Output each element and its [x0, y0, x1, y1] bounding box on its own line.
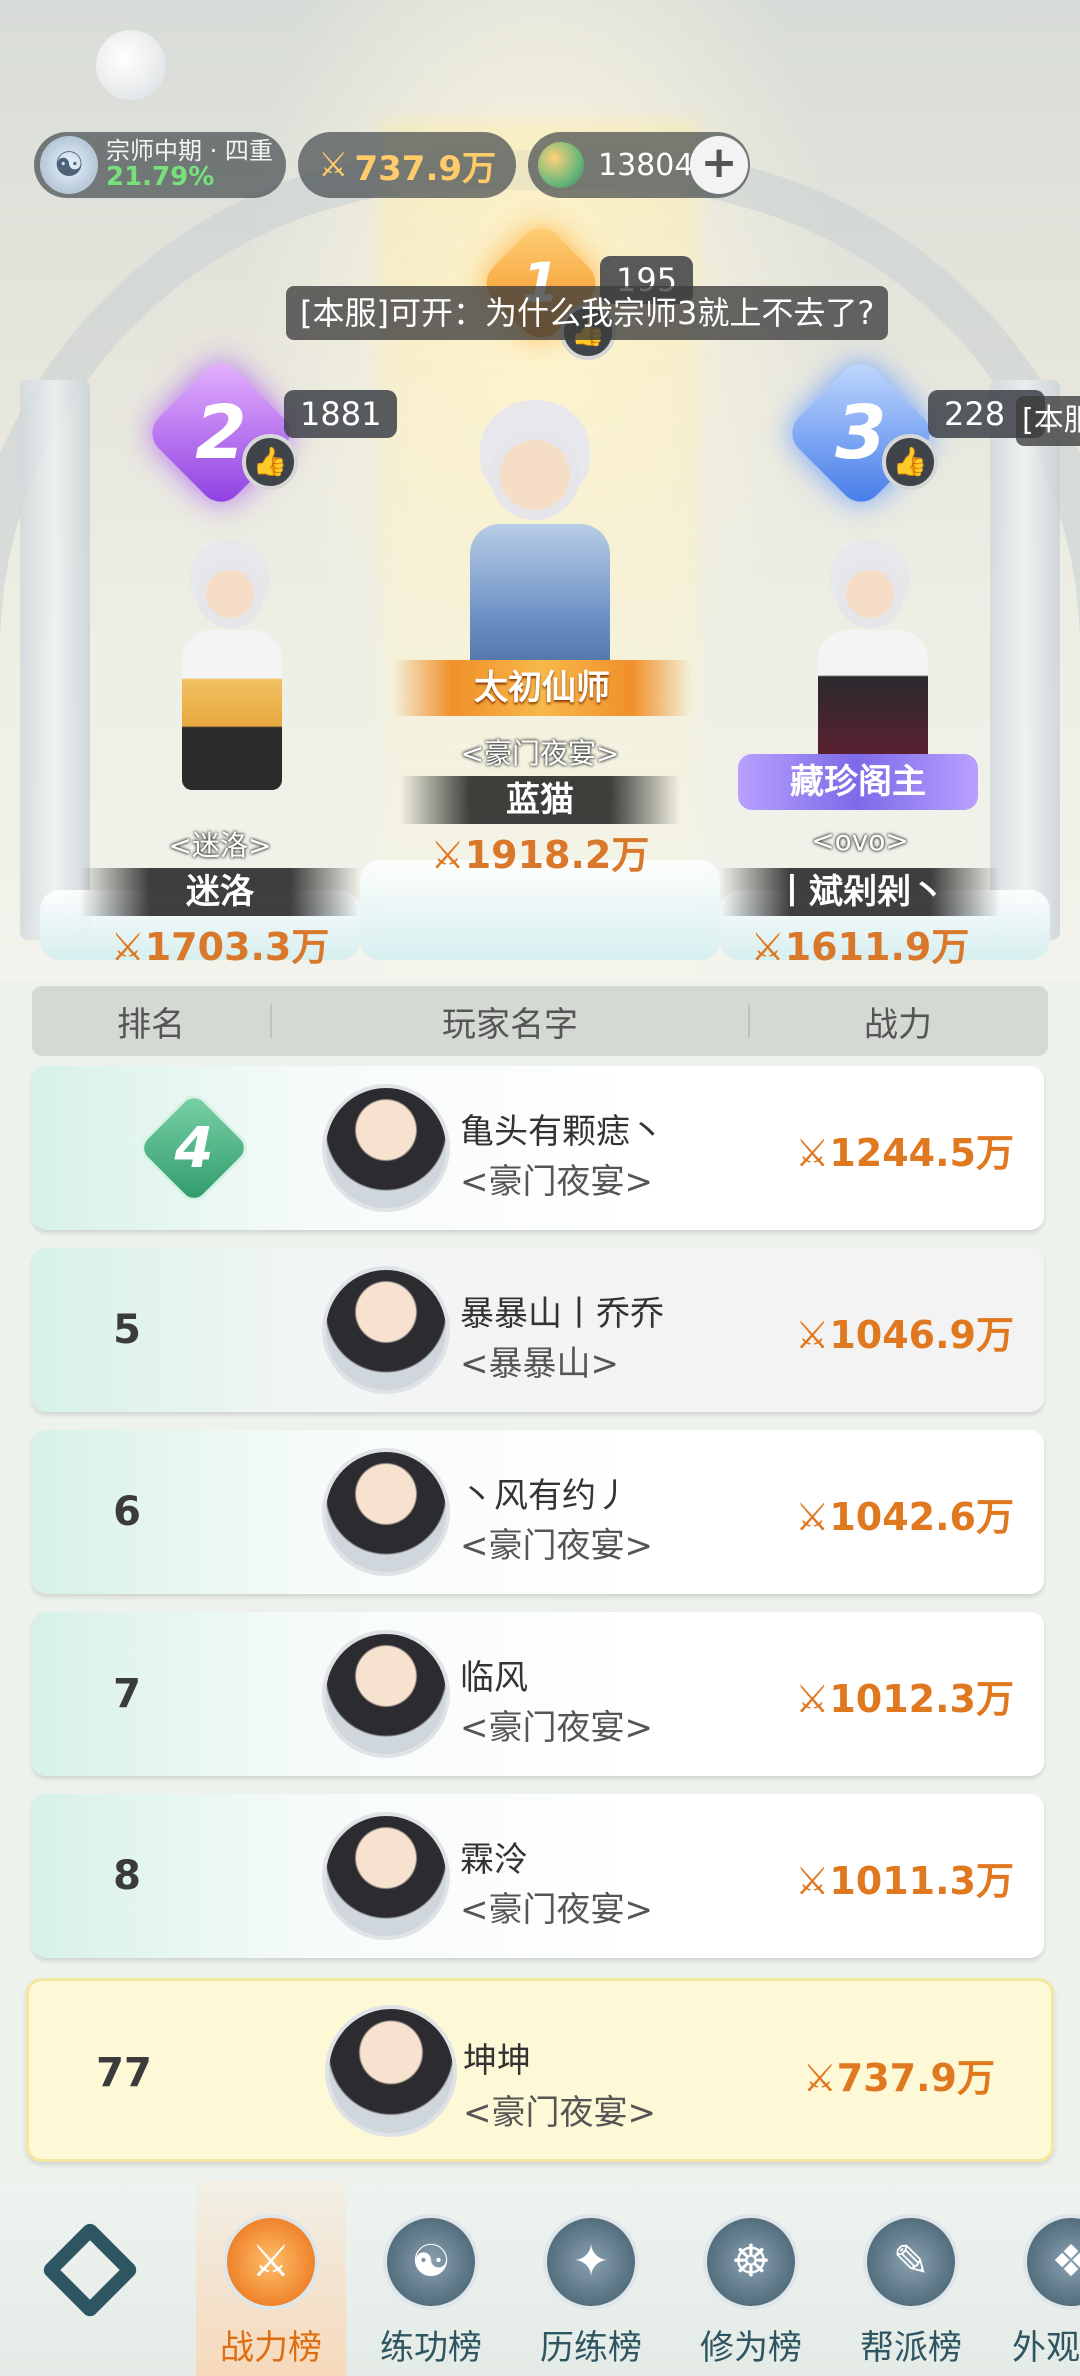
tab-guild-ranking[interactable]: ✎ 帮派榜: [836, 2180, 986, 2376]
back-button[interactable]: [40, 2220, 140, 2320]
rank-number: 6: [113, 1489, 141, 1535]
player-power: ⚔1042.6万: [795, 1495, 1014, 1539]
avatar[interactable]: [325, 2005, 457, 2137]
player-guild: <暴暴山>: [460, 1344, 619, 1384]
power-value: 737.9万: [354, 148, 497, 189]
rank-number: 5: [113, 1307, 141, 1353]
like-third-button[interactable]: 👍: [882, 434, 938, 490]
tab-training-ranking[interactable]: ☯ 练功榜: [356, 2180, 506, 2376]
jade-value: 13804: [598, 147, 694, 183]
tab-power-ranking[interactable]: ⚔ 战力榜: [196, 2180, 346, 2376]
power-sword-icon: ⚔: [110, 925, 145, 969]
player-power: ⚔1012.3万: [795, 1677, 1014, 1721]
world-chat-message[interactable]: [本服]可开：为什么我宗师3就上不去了?: [286, 286, 889, 340]
like-second-button[interactable]: 👍: [242, 434, 298, 490]
bottom-nav: ⚔ 战力榜 ☯ 练功榜 ✦ 历练榜 ☸ 修为榜 ✎ 帮派榜 ❖ 外观: [0, 2180, 1080, 2376]
guild-third: <ovo>: [811, 824, 909, 857]
tab-cultivation-ranking[interactable]: ☸ 修为榜: [676, 2180, 826, 2376]
add-currency-button[interactable]: +: [690, 136, 748, 194]
my-player-name: 坤坤: [463, 2041, 531, 2081]
title-first: 太初仙师: [392, 660, 692, 716]
realm-avatar-icon: ☯: [40, 136, 98, 194]
power-sword-icon: ⚔: [317, 145, 349, 185]
pillar-left: [20, 380, 90, 940]
player-guild: <豪门夜宴>: [460, 1526, 653, 1566]
appearance-icon: ❖: [1023, 2214, 1080, 2310]
avatar[interactable]: [322, 1266, 450, 1394]
pillar-right: [990, 380, 1060, 940]
power-sword-icon: ⚔: [795, 1859, 830, 1903]
player-name: 亀头有颗痣丶: [460, 1112, 664, 1152]
table-row[interactable]: 8 霖泠 <豪门夜宴> ⚔1011.3万: [32, 1794, 1044, 1958]
table-row[interactable]: 7 临风 <豪门夜宴> ⚔1012.3万: [32, 1612, 1044, 1776]
player-guild: <豪门夜宴>: [460, 1708, 653, 1748]
like-count-second: 1881: [284, 390, 398, 438]
yin-yang-icon: ☯: [383, 2214, 479, 2310]
my-player-power: ⚔737.9万: [802, 2056, 995, 2100]
my-rank-number: 77: [96, 2050, 152, 2096]
power-first: ⚔1918.2万: [430, 833, 650, 877]
name-first: 蓝猫: [400, 776, 680, 824]
player-power: ⚔1046.9万: [795, 1313, 1014, 1357]
avatar[interactable]: [322, 1630, 450, 1758]
jade-status: 13804 +: [528, 132, 750, 198]
player-name: 暴暴山丨乔乔: [460, 1294, 664, 1334]
avatar[interactable]: [322, 1084, 450, 1212]
crossed-swords-icon: ⚔: [223, 2214, 319, 2310]
player-name: 临风: [460, 1658, 528, 1698]
world-chat-message-edge[interactable]: [本服: [1016, 396, 1080, 446]
rank-four-badge: 4: [134, 1088, 254, 1208]
player-guild: <豪门夜宴>: [460, 1890, 653, 1930]
meditation-icon: ☸: [703, 2214, 799, 2310]
name-second: 迷洛: [80, 868, 360, 916]
avatar[interactable]: [322, 1448, 450, 1576]
title-third: 藏珍阁主: [738, 754, 978, 810]
player-guild: <豪门夜宴>: [460, 1162, 653, 1202]
moon-decoration: [96, 30, 166, 100]
player-name: 霖泠: [460, 1840, 528, 1880]
power-sword-icon: ⚔: [795, 1677, 830, 1721]
scroll-icon: ✎: [863, 2214, 959, 2310]
realm-status[interactable]: ☯ 宗师中期 · 四重 21.79%: [34, 132, 286, 198]
power-status: ⚔ 737.9万: [298, 132, 516, 198]
header-rank: 排名: [117, 1004, 185, 1045]
power-sword-icon: ⚔: [750, 925, 785, 969]
rank-number: 8: [113, 1853, 141, 1899]
realm-name: 宗师中期 · 四重: [106, 136, 273, 165]
table-row[interactable]: 5 暴暴山丨乔乔 <暴暴山> ⚔1046.9万: [32, 1248, 1044, 1412]
diamond-back-icon: [40, 2220, 140, 2320]
power-sword-icon: ⚔: [795, 1131, 830, 1175]
table-row[interactable]: 6 丶风有约丿 <豪门夜宴> ⚔1042.6万: [32, 1430, 1044, 1594]
my-player-guild: <豪门夜宴>: [463, 2093, 656, 2133]
player-name: 丶风有约丿: [460, 1476, 630, 1516]
power-sword-icon: ⚔: [795, 1495, 830, 1539]
player-power: ⚔1244.5万: [795, 1131, 1014, 1175]
tab-appearance-ranking[interactable]: ❖ 外观: [996, 2180, 1080, 2376]
table-row[interactable]: 4 亀头有颗痣丶 <豪门夜宴> ⚔1244.5万: [32, 1066, 1044, 1230]
header-player-name: 玩家名字: [442, 1004, 578, 1045]
power-second: ⚔1703.3万: [110, 925, 330, 969]
avatar[interactable]: [322, 1812, 450, 1940]
header-power: 战力: [864, 1004, 932, 1045]
rank-number: 7: [113, 1671, 141, 1717]
name-third: 丨斌剁剁丶: [720, 868, 1000, 916]
power-sword-icon: ⚔: [802, 2056, 837, 2100]
power-third: ⚔1611.9万: [750, 925, 970, 969]
my-ranking-row[interactable]: 77 坤坤 <豪门夜宴> ⚔737.9万: [26, 1978, 1054, 2162]
power-sword-icon: ⚔: [430, 833, 465, 877]
realm-progress: 21.79%: [106, 161, 215, 192]
ranking-table-header: 排名 玩家名字 战力: [32, 986, 1048, 1056]
guild-second: <迷洛>: [168, 829, 272, 862]
tab-experience-ranking[interactable]: ✦ 历练榜: [516, 2180, 666, 2376]
jade-currency-icon: [538, 142, 584, 188]
power-sword-icon: ⚔: [795, 1313, 830, 1357]
guild-first: <豪门夜宴>: [460, 737, 620, 770]
player-power: ⚔1011.3万: [795, 1859, 1014, 1903]
star-ring-icon: ✦: [543, 2214, 639, 2310]
